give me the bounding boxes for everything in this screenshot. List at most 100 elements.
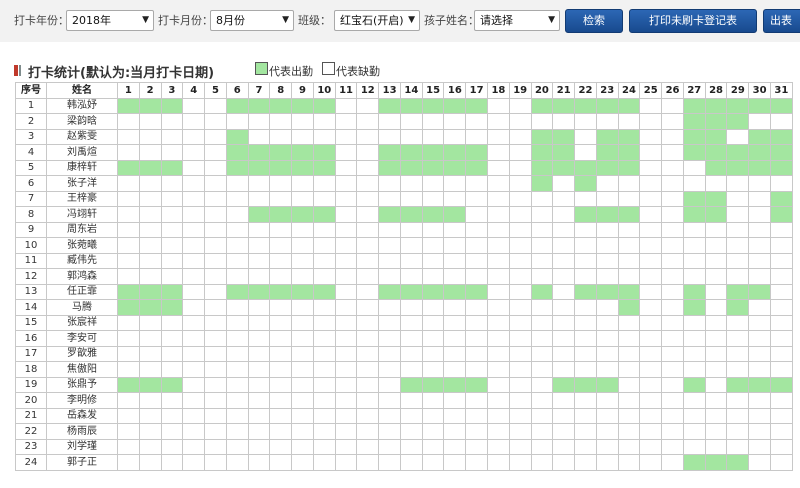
day-cell-absent xyxy=(182,252,206,269)
day-cell-present xyxy=(291,144,314,161)
day-cell-absent xyxy=(421,423,445,440)
day-cell-absent xyxy=(508,345,532,362)
header-day: 29 xyxy=(726,82,750,99)
day-cell-present xyxy=(574,159,597,176)
day-cell-present xyxy=(617,128,641,145)
day-cell-absent xyxy=(312,423,336,440)
day-cell-absent xyxy=(225,237,249,254)
day-cell-absent xyxy=(356,376,380,393)
day-cell-present xyxy=(748,159,771,176)
day-cell-absent xyxy=(726,438,750,455)
header-day: 31 xyxy=(769,82,793,99)
header-day: 6 xyxy=(225,82,249,99)
day-cell-absent xyxy=(160,330,184,347)
day-cell-absent xyxy=(378,392,401,409)
day-cell-absent xyxy=(138,237,162,254)
day-cell-absent xyxy=(530,237,554,254)
day-cell-present xyxy=(117,283,140,300)
row-child-name: 冯翊轩 xyxy=(46,206,118,223)
header-day: 24 xyxy=(617,82,641,99)
day-cell-absent xyxy=(748,113,771,130)
day-cell-absent xyxy=(508,392,532,409)
day-cell-absent xyxy=(225,113,249,130)
row-index: 8 xyxy=(15,206,47,223)
day-cell-absent xyxy=(487,237,510,254)
day-cell-present xyxy=(617,206,641,223)
day-cell-absent xyxy=(138,206,162,223)
day-cell-present xyxy=(726,454,750,471)
day-cell-absent xyxy=(661,159,684,176)
day-cell-absent xyxy=(399,237,423,254)
day-cell-absent xyxy=(552,190,576,207)
day-cell-absent xyxy=(356,159,380,176)
year-select[interactable]: 2018年 ▼ xyxy=(66,10,154,31)
day-cell-absent xyxy=(443,299,467,316)
day-cell-absent xyxy=(552,423,576,440)
day-cell-absent xyxy=(334,252,358,269)
day-cell-absent xyxy=(182,407,206,424)
day-cell-present xyxy=(704,190,728,207)
day-cell-absent xyxy=(769,438,793,455)
day-cell-present xyxy=(269,283,293,300)
row-index: 18 xyxy=(15,361,47,378)
day-cell-absent xyxy=(399,268,423,285)
day-cell-present xyxy=(769,376,793,393)
day-cell-absent xyxy=(291,113,314,130)
day-cell-absent xyxy=(269,454,293,471)
day-cell-absent xyxy=(182,454,206,471)
row-index: 10 xyxy=(15,237,47,254)
row-index: 5 xyxy=(15,159,47,176)
day-cell-absent xyxy=(530,376,554,393)
day-cell-absent xyxy=(225,299,249,316)
day-cell-absent xyxy=(552,113,576,130)
day-cell-absent xyxy=(160,361,184,378)
month-select[interactable]: 8月份 ▼ xyxy=(210,10,294,31)
day-cell-absent xyxy=(552,454,576,471)
attendance-table: 序号 姓名 1 2 3 4 5 6 7 8 9 10 11 12 13 14 15 16 17 18 19 20 21 2… xyxy=(15,82,793,471)
day-cell-absent xyxy=(312,299,336,316)
day-cell-present xyxy=(378,159,401,176)
table-row: 18 焦傲阳 xyxy=(15,361,793,378)
day-cell-absent xyxy=(508,376,532,393)
row-child-name: 臧伟先 xyxy=(46,252,118,269)
print-unswiped-button[interactable]: 打印未刷卡登记表 xyxy=(629,9,757,33)
day-cell-absent xyxy=(595,113,619,130)
day-cell-absent xyxy=(182,314,206,331)
row-index: 20 xyxy=(15,392,47,409)
day-cell-absent xyxy=(574,128,597,145)
day-cell-absent xyxy=(334,221,358,238)
row-index: 24 xyxy=(15,454,47,471)
day-cell-absent xyxy=(138,438,162,455)
day-cell-absent xyxy=(508,330,532,347)
day-cell-absent xyxy=(704,283,728,300)
day-cell-present xyxy=(574,376,597,393)
row-child-name: 郭鸿森 xyxy=(46,268,118,285)
child-select[interactable]: 请选择 ▼ xyxy=(474,10,560,31)
day-cell-absent xyxy=(160,392,184,409)
day-cell-absent xyxy=(726,423,750,440)
row-child-name: 张子洋 xyxy=(46,175,118,192)
export-button[interactable]: 出表 xyxy=(763,9,800,33)
day-cell-absent xyxy=(182,97,206,114)
search-button[interactable]: 检索 xyxy=(565,9,623,33)
day-cell-present xyxy=(726,159,750,176)
day-cell-absent xyxy=(661,221,684,238)
class-select[interactable]: 红宝石(开启) ▼ xyxy=(334,10,420,31)
day-cell-present xyxy=(312,159,336,176)
day-cell-absent xyxy=(269,268,293,285)
day-cell-present xyxy=(748,376,771,393)
day-cell-absent xyxy=(726,252,750,269)
day-cell-absent xyxy=(508,206,532,223)
row-child-name: 刘禹煊 xyxy=(46,144,118,161)
day-cell-absent xyxy=(334,268,358,285)
day-cell-absent xyxy=(160,314,184,331)
day-cell-absent xyxy=(574,299,597,316)
day-cell-absent xyxy=(160,454,184,471)
day-cell-absent xyxy=(421,113,445,130)
day-cell-absent xyxy=(378,407,401,424)
day-cell-absent xyxy=(682,159,706,176)
day-cell-absent xyxy=(617,190,641,207)
day-cell-absent xyxy=(334,330,358,347)
day-cell-absent xyxy=(204,361,227,378)
day-cell-absent xyxy=(465,438,489,455)
